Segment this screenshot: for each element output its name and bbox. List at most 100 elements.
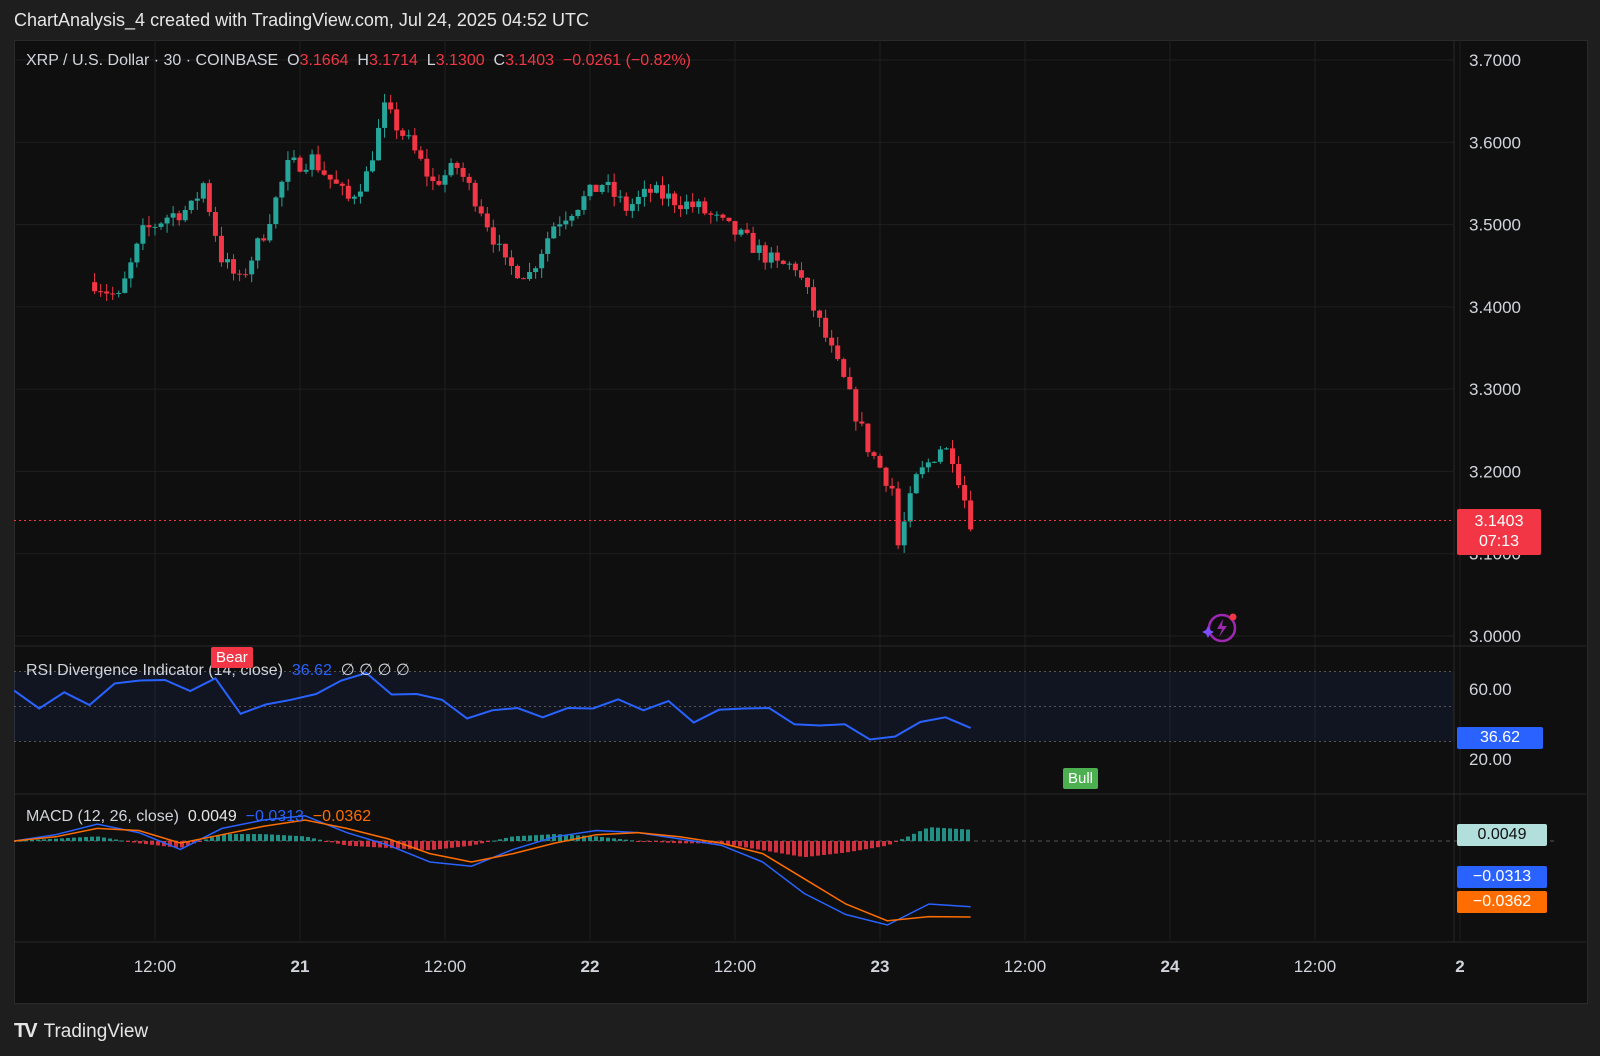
macd-hist-bar [504,837,508,841]
macd-hist-bar [660,841,664,843]
macd-hist-bar [234,834,238,841]
candle-body [508,257,514,266]
macd-signal-value: −0.0362 [312,808,372,825]
macd-hist-bar [522,835,526,841]
candle-body [430,176,436,182]
candle-body [702,201,708,214]
candle-body [690,201,696,208]
macd-hist-bar [444,841,448,849]
macd-hist-bar [852,841,856,852]
candle-body [98,291,104,293]
macd-hist-bar [960,829,964,841]
candle-body [678,205,684,210]
macd-hist-bar [312,838,316,841]
candle-body [92,282,98,292]
price-tick-label: 3.7000 [1469,51,1521,70]
macd-hist-bar [798,841,802,857]
price-tick-label: 3.5000 [1469,216,1521,235]
rsi-tick-label: 60.00 [1469,680,1512,699]
time-tick-label: 24 [1161,957,1180,976]
candle-body [865,423,871,453]
macd-hist-bar [648,841,652,842]
macd-hist-bar [816,841,820,856]
candle-body [895,488,901,546]
candle-body [418,150,424,159]
macd-hist-bar [756,841,760,850]
price-tick-label: 3.3000 [1469,380,1521,399]
candle-body [218,235,224,263]
macd-hist-bar [630,840,634,842]
candle-body [937,449,943,462]
candle-body [345,185,351,199]
macd-hist-bar [138,841,142,844]
chart-canvas[interactable]: 3.70003.60003.50003.40003.30003.20003.10… [14,40,1586,1002]
macd-hist-bar [804,841,808,857]
candle-body [871,452,877,456]
candle-body [188,200,194,211]
candle-body [249,260,255,275]
macd-hist-bar [876,841,880,848]
candle-body [116,292,122,294]
macd-hist-bar [738,841,742,847]
open-label: O [287,52,300,69]
candles [92,93,974,553]
macd-hist-bar [66,838,70,841]
candle-body [472,182,478,207]
candle-body [575,209,581,216]
macd-hist-bar [276,834,280,841]
candle-body [309,154,315,170]
macd-label[interactable]: MACD (12, 26, close) [26,808,179,825]
macd-hist-bar [678,841,682,844]
time-tick-label: 12:00 [134,957,177,976]
bull-divergence-label: Bull [1063,768,1099,789]
main-legend: XRP / U.S. Dollar · 30 · COINBASE O3.166… [26,52,691,70]
candle-body [527,272,533,279]
candle-body [605,181,611,185]
macd-hist-bar [342,841,346,846]
macd-hist-bar [906,836,910,841]
candle-body [581,196,587,210]
rsi-value-tag: 36.62 [1457,727,1543,749]
candle-body [962,485,968,501]
candle-body [466,176,472,183]
macd-hist-bar [120,840,124,842]
candle-body [478,206,484,214]
tradingview-brand[interactable]: TV TradingView [14,1020,148,1043]
macd-hist-bar [516,836,520,841]
high-value: 3.1714 [368,52,418,69]
symbol-label[interactable]: XRP / U.S. Dollar · 30 · COINBASE [26,52,278,69]
macd-signal-tag: −0.0362 [1457,891,1547,913]
candle-body [913,474,919,494]
macd-hist-bar [774,841,778,853]
candle-body [599,184,605,192]
candle-body [515,265,520,279]
macd-hist-bar [624,839,628,841]
candle-body [285,160,291,182]
macd-hist-bar [270,834,274,841]
candle-body [225,259,230,263]
sparkle-icon[interactable] [1200,612,1240,644]
macd-hist-bar [528,835,532,841]
candle-body [611,181,617,197]
candle-body [829,337,835,346]
candle-body [273,197,279,224]
price-axis: 3.70003.60003.50003.40003.30003.20003.10… [1469,51,1521,646]
candle-body [333,179,339,184]
candle-body [291,157,297,161]
candle-body [811,287,817,311]
time-tick-label: 23 [871,957,890,976]
macd-hist-bar [252,834,256,841]
candle-body [557,224,563,227]
rsi-tick-label: 20.00 [1469,750,1512,769]
candle-body [931,461,937,463]
candle-body [406,135,412,137]
macd-hist-bar [942,828,946,841]
macd-hist-bar [900,839,904,841]
candle-body [841,359,847,377]
macd-hist-bar [78,837,82,841]
macd-hist-bar [144,841,148,845]
price-tick-label: 3.0000 [1469,627,1521,646]
macd-hist-bar [450,841,454,848]
macd-hist-bar [618,839,622,841]
macd-hist-bar [684,841,688,844]
